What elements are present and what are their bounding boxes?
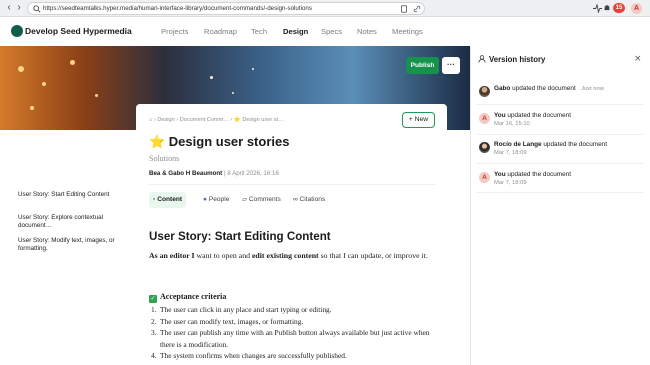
url-text: https://seedteamtalks.hyper.media/human-…	[43, 5, 312, 12]
activity-icon[interactable]	[593, 4, 602, 13]
nav-notes[interactable]: Notes	[357, 27, 377, 36]
nav-projects[interactable]: Projects	[161, 27, 188, 36]
nav-meetings[interactable]: Meetings	[392, 27, 423, 36]
document-date: 8 April 2026, 16:16	[227, 170, 279, 177]
author-name[interactable]: Bea & Gabo H Beaumont	[149, 170, 222, 177]
document-meta: Bea & Gabo H Beaumont | 8 April 2026, 16…	[149, 170, 279, 177]
toc-item-modify[interactable]: User Story: Modify text, images, or form…	[18, 237, 128, 254]
story-paragraph: As an editor I want to open and edit exi…	[149, 251, 428, 260]
site-header: Develop Seed Hypermedia Projects Roadmap…	[0, 17, 470, 46]
version-entry[interactable]: Gabo updated the document Just now	[476, 83, 644, 111]
list-item: 2. The user can modify text, images, or f…	[151, 316, 304, 326]
divider	[476, 134, 644, 135]
back-icon[interactable]: ‹	[4, 3, 14, 13]
divider	[149, 184, 436, 185]
checkmark-icon: ✓	[149, 295, 157, 303]
close-icon[interactable]: ×	[634, 54, 642, 64]
avatar: A	[479, 113, 490, 124]
tab-content[interactable]: ▫ Content	[149, 192, 187, 208]
divider	[476, 104, 644, 105]
list-item: 4. The system confirms when changes are s…	[151, 351, 347, 361]
new-button[interactable]: + New	[402, 112, 435, 128]
divider	[476, 192, 644, 193]
comment-icon: ▱	[242, 196, 248, 203]
nav-roadmap[interactable]: Roadmap	[204, 27, 237, 36]
user-icon	[478, 55, 486, 63]
section-heading: User Story: Start Editing Content	[149, 230, 331, 243]
nav-design[interactable]: Design	[283, 27, 308, 36]
bookmark-icon[interactable]	[400, 5, 408, 13]
site-logo[interactable]	[11, 25, 23, 37]
page-title: ⭐ Design user stories	[149, 134, 290, 149]
person-icon: ●	[203, 196, 207, 203]
breadcrumb[interactable]: ⌂ › Design › Document Comm… › ⭐ Design u…	[149, 117, 284, 123]
account-avatar[interactable]: A	[631, 3, 642, 14]
search-icon	[33, 5, 41, 13]
list-item: 1. The user can click in any place and st…	[151, 305, 332, 314]
file-icon: ▫	[153, 196, 156, 203]
avatar	[479, 86, 490, 97]
tab-citations[interactable]: ∞ Citations	[289, 192, 329, 208]
link-icon: ∞	[293, 196, 298, 203]
avatar	[479, 142, 490, 153]
link-icon[interactable]	[413, 5, 421, 13]
browser-toolbar: ‹ › https://seedteamtalks.hyper.media/hu…	[0, 0, 650, 17]
site-title[interactable]: Develop Seed Hypermedia	[25, 26, 132, 36]
criteria-heading: ✓ Acceptance criteria	[149, 292, 227, 303]
nav-specs[interactable]: Specs	[321, 27, 342, 36]
bell-icon[interactable]	[603, 4, 611, 13]
notification-badge[interactable]: 15	[613, 3, 625, 13]
tab-people[interactable]: ● People	[199, 192, 233, 208]
toc-item-start-editing[interactable]: User Story: Start Editing Content	[18, 191, 128, 199]
publish-button[interactable]: Publish	[406, 57, 439, 74]
criteria-list: 1. The user can click in any place and st…	[151, 304, 441, 362]
address-bar[interactable]: https://seedteamtalks.hyper.media/human-…	[27, 2, 425, 15]
forward-icon[interactable]: ›	[14, 3, 24, 13]
toc-item-explore[interactable]: User Story: Explore contextual document…	[18, 214, 128, 231]
divider	[476, 163, 644, 164]
page-subtitle: Solutions	[149, 154, 180, 163]
list-item: 3. The user can publish any time with an …	[151, 328, 430, 349]
tab-comments[interactable]: ▱ Comments	[238, 192, 285, 208]
panel-title: Version history	[478, 55, 545, 64]
nav-tech[interactable]: Tech	[251, 27, 267, 36]
avatar: A	[479, 172, 490, 183]
more-options-button[interactable]: ···	[442, 57, 460, 74]
